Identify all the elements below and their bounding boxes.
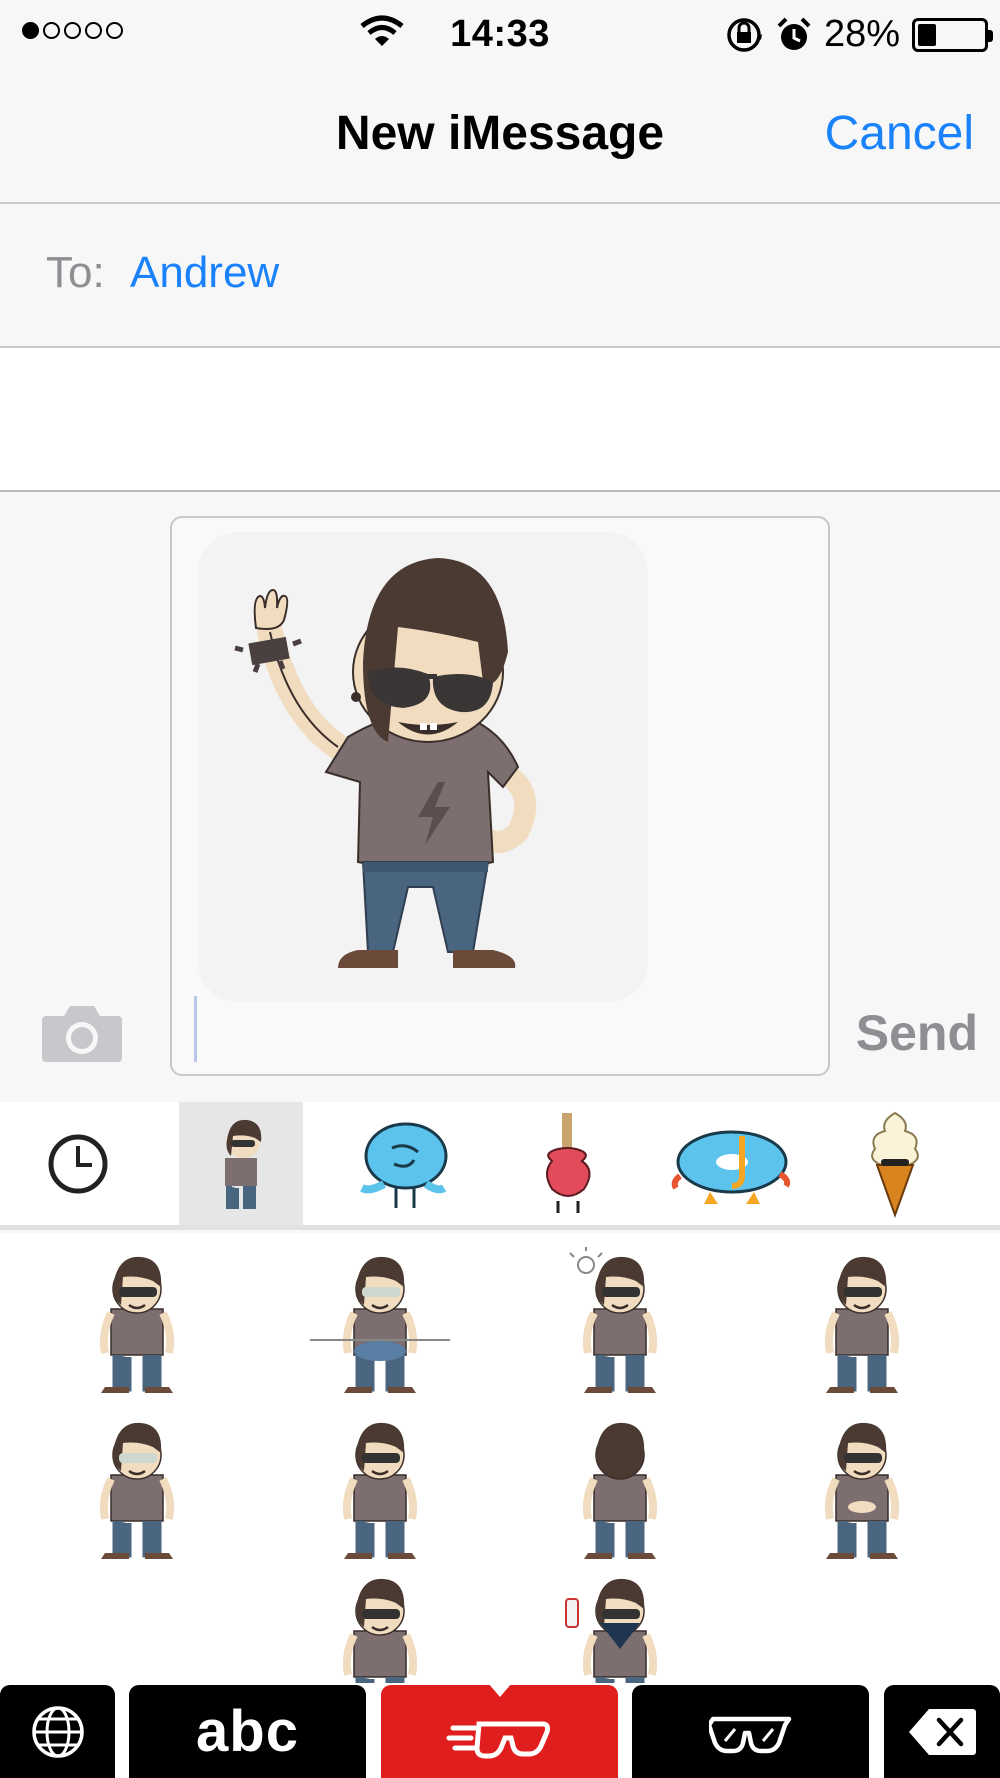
sticker-rocker-with-pan[interactable] <box>310 1247 450 1397</box>
abc-label: abc <box>196 1699 299 1764</box>
recent-clock-icon <box>48 1134 108 1193</box>
guitar-pack-icon <box>546 1112 591 1213</box>
to-label: To: <box>46 248 105 297</box>
tab-ice-cream[interactable] <box>833 1102 957 1225</box>
battery-icon <box>912 17 993 52</box>
tab-snorkel-donut[interactable] <box>670 1102 794 1225</box>
tab-blue-blob[interactable] <box>341 1102 465 1225</box>
status-bar: 14:33 28% <box>0 0 1000 66</box>
globe-icon <box>31 1705 84 1758</box>
keyboard-switcher-bar: abc <box>0 1683 1000 1778</box>
recipient-chip[interactable]: Andrew <box>130 248 279 298</box>
send-button[interactable]: Send <box>856 1004 978 1062</box>
sticker-rocker-middle-finger[interactable] <box>310 1569 450 1683</box>
sunglasses-icon <box>708 1716 791 1753</box>
sticker-rocker-arms-crossed-monocle[interactable] <box>67 1413 207 1563</box>
sticker-rocker-mustache[interactable] <box>310 1413 450 1563</box>
sticker-rocker-with-lightbulb[interactable] <box>550 1247 690 1397</box>
ice-cream-pack-icon <box>871 1111 919 1218</box>
globe-key[interactable] <box>0 1685 115 1778</box>
compose-bar: Send <box>0 492 1000 1102</box>
sticker-keyboard-key[interactable] <box>381 1683 618 1778</box>
tab-rocker-boy[interactable] <box>179 1102 303 1225</box>
tab-recent[interactable] <box>16 1102 140 1225</box>
sticker-rocker-grinning[interactable] <box>792 1247 932 1397</box>
backspace-icon <box>909 1708 976 1755</box>
sticker-pack-tabs <box>0 1102 1000 1230</box>
sticker-grid <box>0 1233 1000 1683</box>
sticker-rocker-blinking[interactable] <box>67 1247 207 1397</box>
sunglasses-key[interactable] <box>632 1685 869 1778</box>
rocker-boy-waving-sticker <box>234 558 537 968</box>
rotation-lock-icon <box>727 17 762 52</box>
message-input[interactable] <box>170 516 830 1076</box>
sticker-rocker-back-view[interactable] <box>550 1413 690 1563</box>
sticker-rocker-bandana-spray[interactable] <box>550 1569 690 1683</box>
text-cursor <box>194 996 197 1062</box>
battery-percent: 28% <box>823 13 900 55</box>
sticker-rocker-belly[interactable] <box>792 1413 932 1563</box>
cancel-button[interactable]: Cancel <box>825 106 974 161</box>
abc-key[interactable]: abc <box>129 1685 366 1778</box>
navigation-bar: New iMessage Cancel <box>0 66 1000 204</box>
attached-sticker[interactable] <box>198 532 648 1002</box>
message-thread <box>0 348 1000 492</box>
recipient-field[interactable]: To: Andrew <box>0 204 1000 348</box>
tab-guitar[interactable] <box>508 1102 632 1225</box>
battery-level <box>918 23 936 46</box>
delete-key[interactable] <box>884 1685 1000 1778</box>
rocker-boy-pack-icon <box>225 1119 262 1209</box>
blue-blob-pack-icon <box>360 1122 448 1208</box>
camera-icon[interactable] <box>42 1002 122 1064</box>
alarm-icon <box>777 17 811 50</box>
sticker-keyboard-icon <box>446 1721 550 1758</box>
snorkel-donut-pack-icon <box>671 1130 791 1204</box>
